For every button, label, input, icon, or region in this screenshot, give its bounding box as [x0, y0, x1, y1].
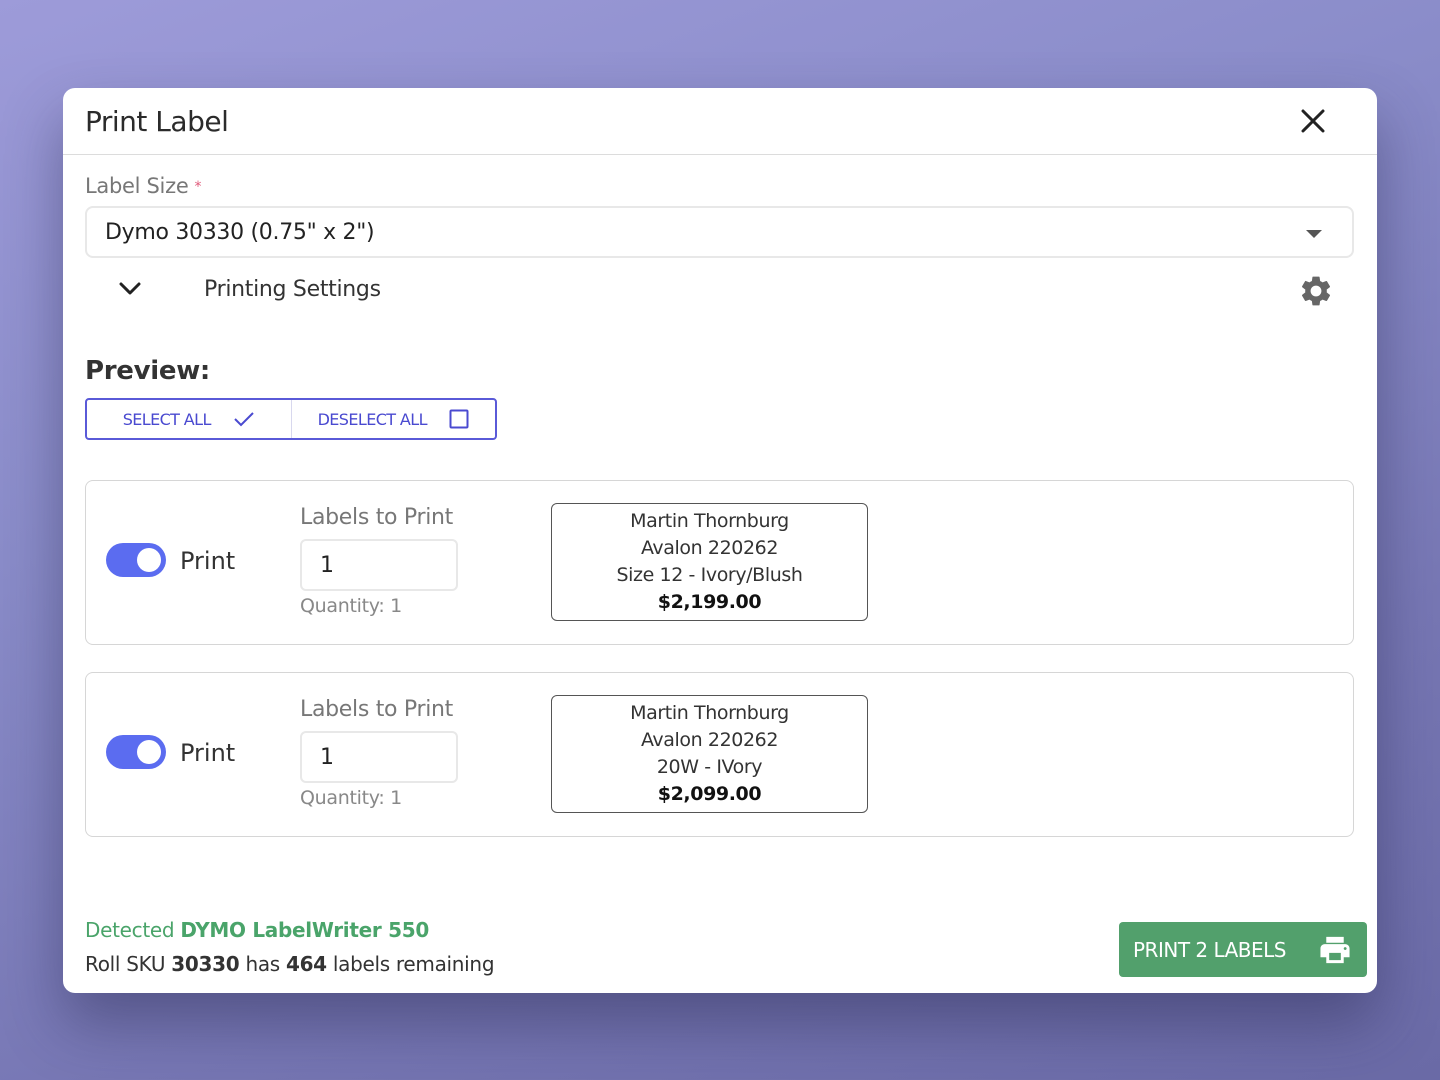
label-preview: Martin Thornburg Avalon 220262 Size 12 -…: [551, 503, 868, 621]
close-button[interactable]: [1293, 101, 1333, 141]
labels-to-print-label: Labels to Print: [300, 697, 453, 722]
print-toggle-label: Print: [180, 739, 236, 767]
printer-status: Detected DYMO LabelWriter 550 Roll SKU 3…: [85, 918, 495, 976]
print-label-dialog: Print Label Label Size * Dymo 30330 (0.75…: [63, 88, 1377, 993]
deselect-all-button[interactable]: DESELECT ALL: [290, 400, 496, 438]
label-item-card: Print Labels to Print 1 Quantity: 1 Mart…: [85, 672, 1354, 837]
select-all-label: SELECT ALL: [122, 409, 212, 429]
print-labels-button[interactable]: PRINT 2 LABELS: [1119, 922, 1367, 977]
print-toggle-label: Print: [180, 547, 236, 575]
label-line: Avalon 220262: [640, 729, 779, 751]
label-size-label: Label Size *: [85, 174, 201, 198]
print-button-label: PRINT 2 LABELS: [1133, 937, 1286, 962]
printing-settings-label: Printing Settings: [204, 277, 381, 302]
label-line: Size 12 - Ivory/Blush: [616, 564, 803, 586]
printer-name: DYMO LabelWriter 550: [180, 918, 429, 942]
labels-to-print-label: Labels to Print: [300, 505, 453, 530]
label-line: Avalon 220262: [640, 537, 779, 559]
toggle-knob: [137, 548, 161, 572]
label-item-card: Print Labels to Print 1 Quantity: 1 Mart…: [85, 480, 1354, 645]
print-toggle[interactable]: [106, 543, 166, 577]
roll-prefix: Roll SKU: [85, 952, 166, 976]
label-size-select[interactable]: Dymo 30330 (0.75" x 2"): [85, 206, 1354, 258]
select-all-button[interactable]: SELECT ALL: [87, 400, 291, 438]
quantity-note: Quantity: 1: [300, 595, 402, 617]
checkbox-empty-icon: [449, 409, 469, 429]
printing-settings-toggle[interactable]: Printing Settings: [85, 270, 1354, 314]
labels-to-print-input[interactable]: 1: [300, 539, 458, 591]
label-price: $2,199.00: [657, 591, 762, 613]
roll-mid: has: [245, 952, 280, 976]
selection-button-group: SELECT ALL DESELECT ALL: [85, 398, 497, 440]
dialog-title: Print Label: [85, 104, 229, 138]
label-preview: Martin Thornburg Avalon 220262 20W - IVo…: [551, 695, 868, 813]
label-size-value: Dymo 30330 (0.75" x 2"): [105, 219, 375, 245]
gear-icon[interactable]: [1298, 273, 1334, 309]
chevron-down-icon: [119, 282, 141, 295]
label-line: Martin Thornburg: [630, 702, 789, 724]
printer-icon: [1320, 936, 1350, 963]
roll-status: Roll SKU 30330 has 464 labels remaining: [85, 952, 495, 976]
check-icon: [234, 412, 254, 427]
labels-remaining: 464: [285, 952, 327, 976]
close-icon: [1301, 109, 1325, 133]
quantity-note: Quantity: 1: [300, 787, 402, 809]
label-line: Martin Thornburg: [630, 510, 789, 532]
label-price: $2,099.00: [657, 783, 762, 805]
dialog-header: Print Label: [63, 88, 1377, 155]
print-toggle[interactable]: [106, 735, 166, 769]
labels-to-print-input[interactable]: 1: [300, 731, 458, 783]
roll-sku: 30330: [171, 952, 240, 976]
required-marker: *: [194, 179, 202, 195]
detected-prefix: Detected: [85, 918, 175, 942]
roll-suffix: labels remaining: [332, 952, 495, 976]
label-size-text: Label Size: [85, 174, 189, 198]
label-line: 20W - IVory: [656, 756, 763, 778]
preview-title: Preview:: [85, 356, 211, 386]
detected-printer: Detected DYMO LabelWriter 550: [85, 918, 494, 942]
caret-down-icon: [1306, 230, 1322, 238]
deselect-all-label: DESELECT ALL: [317, 409, 428, 429]
toggle-knob: [137, 740, 161, 764]
